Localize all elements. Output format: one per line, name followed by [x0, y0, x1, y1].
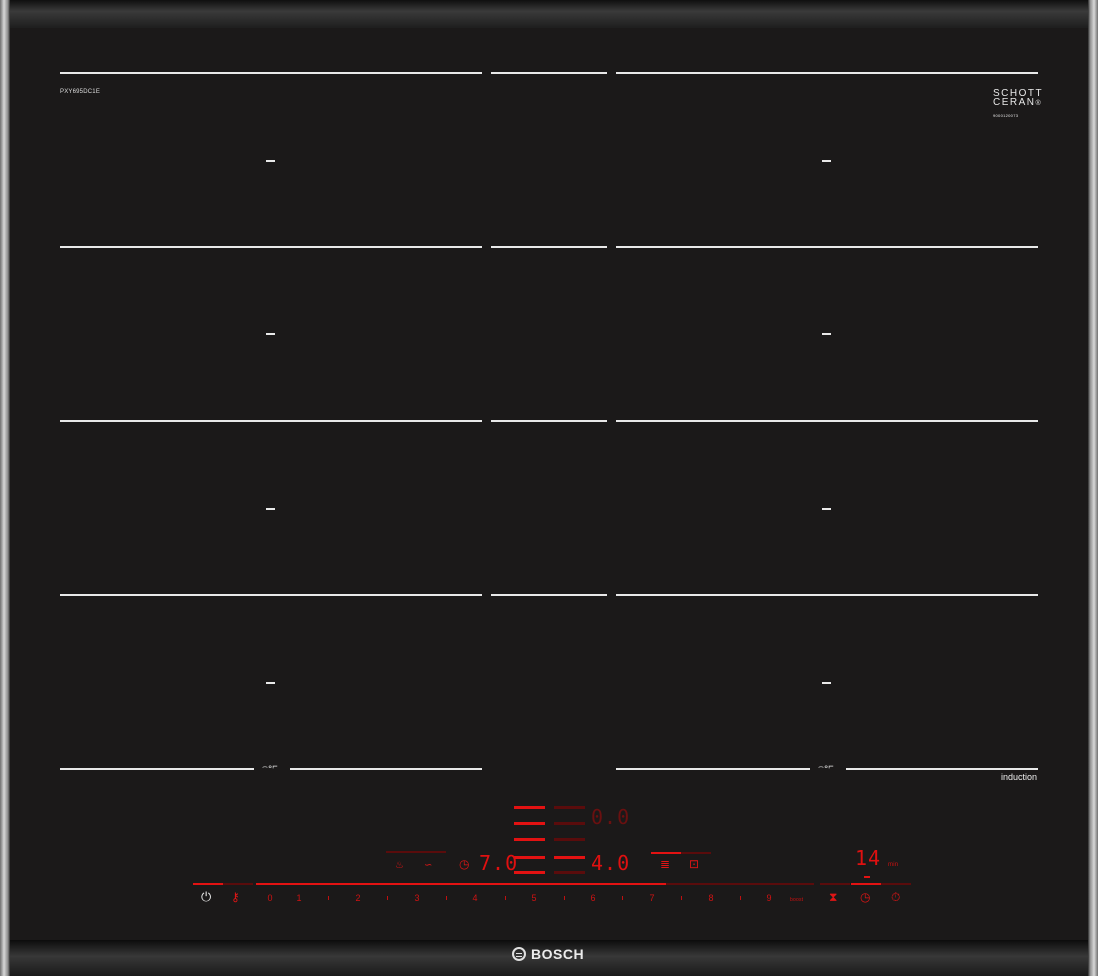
hourglass-icon[interactable]: ⧗ — [829, 891, 837, 903]
induction-label: induction — [1001, 772, 1038, 782]
zone-line — [616, 768, 810, 770]
frying-sensor-icon[interactable]: ⊡ — [689, 858, 699, 870]
display-right-value: 4.0 — [591, 851, 631, 875]
zone-indicator — [386, 851, 446, 853]
pan-sensor-icon[interactable]: ♨ — [395, 860, 404, 872]
slider-step-3[interactable]: 3 — [411, 893, 423, 903]
slider-track — [193, 883, 223, 885]
slider-track-active — [256, 883, 666, 885]
slider-step-9[interactable]: 9 — [763, 893, 775, 903]
zone-marker — [266, 160, 275, 162]
slider-track — [820, 883, 850, 885]
slider-tick — [681, 896, 682, 900]
zone-indicator — [651, 852, 681, 854]
bosch-emblem-icon — [512, 947, 526, 961]
slider-track — [223, 883, 253, 885]
slider-step-0[interactable]: 0 — [264, 893, 276, 903]
display-top-value: 0.0 — [591, 805, 631, 829]
zone-line — [616, 420, 1038, 422]
zone-line — [846, 768, 1038, 770]
slider-tick — [328, 896, 329, 900]
zone-line — [60, 246, 482, 248]
timer-icon[interactable]: ◷ — [459, 858, 469, 870]
slider-step-1[interactable]: 1 — [293, 893, 305, 903]
slider-step-4[interactable]: 4 — [469, 893, 481, 903]
power-icon[interactable]: ⏻ — [201, 890, 211, 903]
zone-marker — [822, 160, 831, 162]
zone-line — [60, 768, 254, 770]
slider-tick — [740, 896, 741, 900]
timer-display: 14 — [855, 846, 882, 870]
stopwatch-icon[interactable]: ⏱ — [891, 891, 900, 903]
slider-tick — [622, 896, 623, 900]
slider-step-7[interactable]: 7 — [646, 893, 658, 903]
zone-indicator — [681, 852, 711, 854]
level-bar — [514, 822, 545, 825]
level-bar — [554, 806, 585, 809]
boost-button[interactable]: boost — [790, 897, 803, 903]
schott-ceran-logo: SCHOTT CERAN® 9000120073 — [993, 88, 1044, 119]
level-bar — [514, 806, 545, 809]
clock-icon[interactable]: ◷ — [860, 891, 870, 903]
slider-step-2[interactable]: 2 — [352, 893, 364, 903]
flex-zone-icon: ⌢∘⌐ — [262, 761, 278, 771]
zone-line — [616, 72, 1038, 74]
zone-line — [290, 768, 482, 770]
level-bar — [554, 856, 585, 859]
zone-line — [60, 72, 482, 74]
glass-surface — [10, 28, 1088, 940]
slider-step-6[interactable]: 6 — [587, 893, 599, 903]
slider-track — [881, 883, 911, 885]
zone-line — [491, 594, 607, 596]
zone-line — [60, 594, 482, 596]
model-number: PXY695DC1E — [60, 89, 101, 95]
level-bar — [514, 871, 545, 874]
level-bar — [514, 838, 545, 841]
zone-line — [491, 420, 607, 422]
slider-step-8[interactable]: 8 — [705, 893, 717, 903]
move-mode-icon[interactable]: ≣ — [660, 858, 670, 870]
slider-tick — [564, 896, 565, 900]
zone-line — [616, 246, 1038, 248]
zone-marker — [266, 508, 275, 510]
slider-step-5[interactable]: 5 — [528, 893, 540, 903]
display-left-value: 7.0 — [479, 851, 519, 875]
level-bar — [554, 822, 585, 825]
slider-track — [666, 883, 814, 885]
timer-indicator — [864, 876, 870, 878]
top-trim — [10, 0, 1088, 28]
zone-marker — [266, 333, 275, 335]
flex-zone-icon[interactable]: ∽ — [424, 860, 432, 872]
level-bar — [554, 838, 585, 841]
zone-line — [491, 72, 607, 74]
child-lock-icon[interactable]: ⚷ — [231, 891, 240, 903]
zone-marker — [822, 682, 831, 684]
zone-line — [60, 420, 482, 422]
zone-line — [616, 594, 1038, 596]
level-bar — [514, 856, 545, 859]
timer-unit: min — [888, 862, 899, 868]
flex-zone-icon: ⌢∘⌐ — [818, 761, 834, 771]
zone-marker — [822, 333, 831, 335]
slider-tick — [387, 896, 388, 900]
slider-track — [851, 883, 881, 885]
bosch-logo: BOSCH — [512, 944, 584, 964]
level-bar — [554, 871, 585, 874]
zone-marker — [266, 682, 275, 684]
zone-marker — [822, 508, 831, 510]
slider-tick — [446, 896, 447, 900]
slider-tick — [505, 896, 506, 900]
zone-line — [491, 246, 607, 248]
